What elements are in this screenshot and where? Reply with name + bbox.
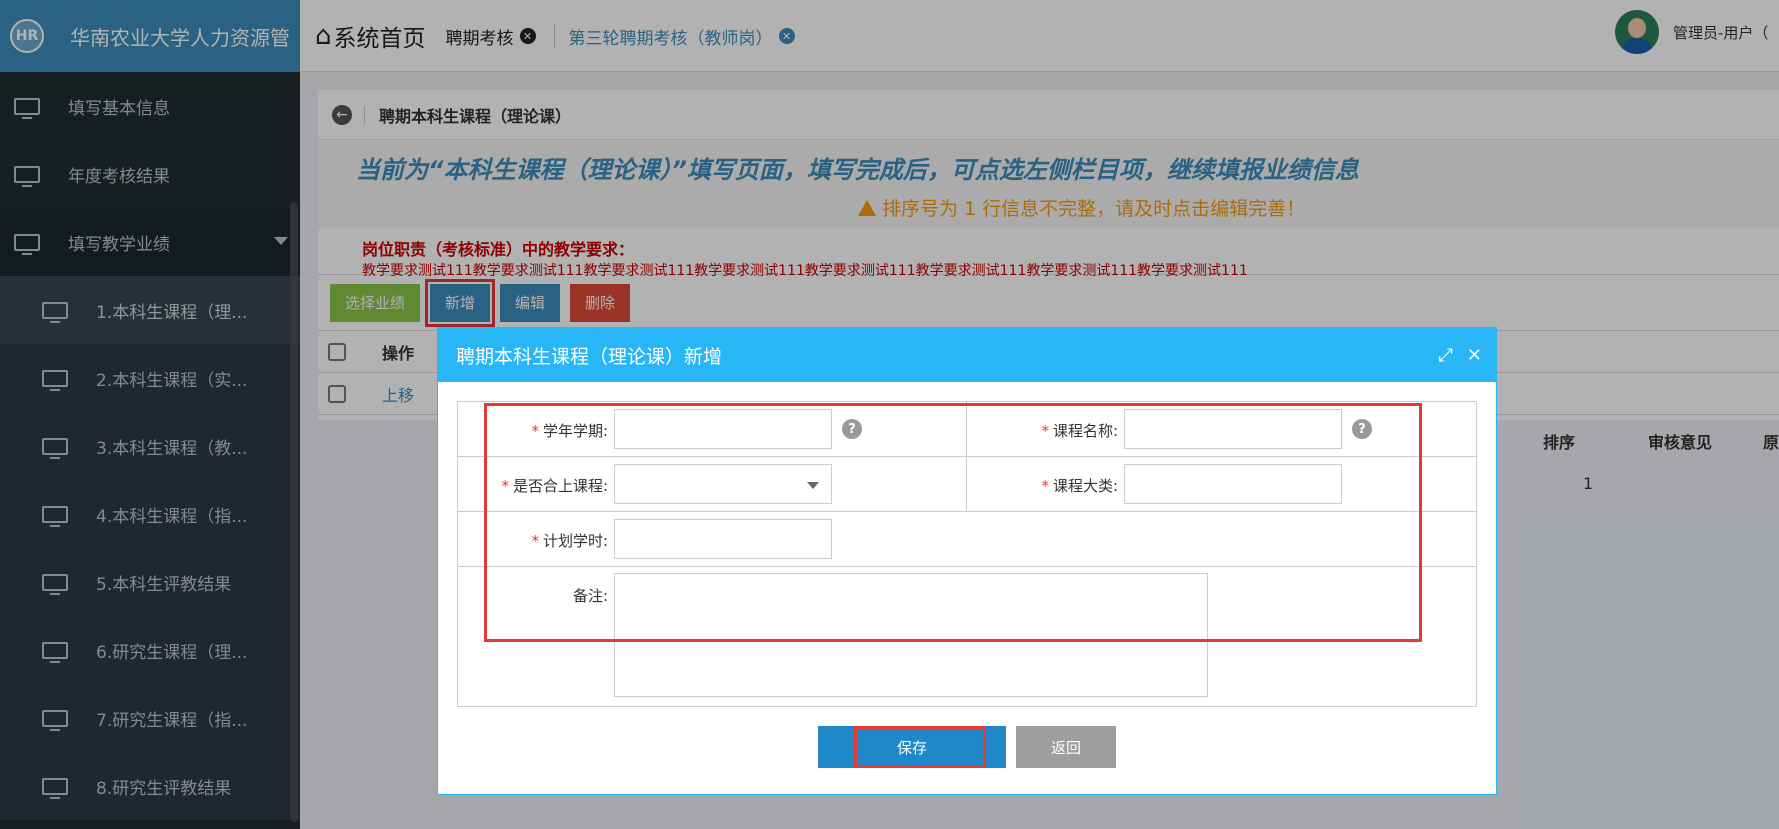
- return-button[interactable]: 返回: [1016, 726, 1116, 768]
- form-highlight-box: [484, 403, 1422, 642]
- save-highlight: [854, 726, 986, 768]
- dialog-footer: 保存 返回: [438, 726, 1496, 768]
- maximize-icon[interactable]: ⤢: [1439, 345, 1453, 366]
- save-button[interactable]: 保存: [818, 726, 1006, 768]
- dialog-controls: ⤢ ✕: [1439, 345, 1483, 366]
- dialog-title: 聘期本科生课程（理论课）新增: [456, 345, 723, 368]
- dialog-header: 聘期本科生课程（理论课）新增 ⤢ ✕: [438, 328, 1496, 382]
- close-icon[interactable]: ✕: [1467, 345, 1482, 366]
